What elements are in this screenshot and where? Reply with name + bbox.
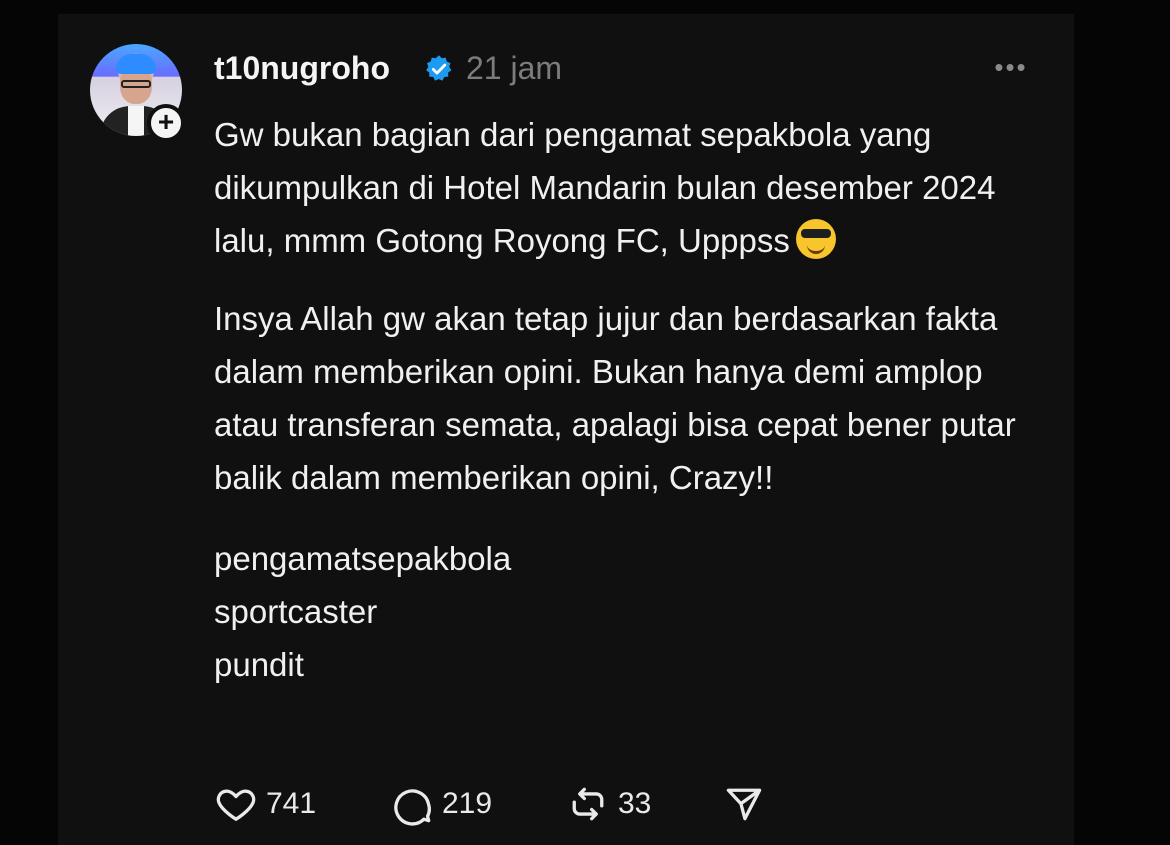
- more-options-icon[interactable]: •••: [988, 52, 1034, 82]
- heart-icon: [216, 789, 256, 821]
- post-paragraph-1: Gw bukan bagian dari pengamat sepakbola …: [214, 116, 996, 259]
- username[interactable]: t10nugroho: [214, 50, 390, 87]
- comment-button[interactable]: 219: [390, 780, 492, 828]
- post-body: Gw bukan bagian dari pengamat sepakbola …: [214, 108, 1054, 691]
- repost-icon: [572, 787, 604, 821]
- sunglasses-emoji-icon: [795, 219, 836, 259]
- post-paragraph-2: Insya Allah gw akan tetap jujur dan berd…: [214, 300, 1016, 496]
- hashtag-item[interactable]: pundit: [214, 638, 1054, 691]
- comment-count: 219: [442, 787, 493, 820]
- like-count: 741: [266, 787, 317, 820]
- hashtag-item[interactable]: pengamatsepakbola: [214, 532, 1054, 585]
- share-button[interactable]: [722, 780, 766, 828]
- send-icon: [726, 788, 762, 821]
- comment-bubble-icon: [394, 789, 431, 826]
- follow-plus-icon[interactable]: +: [147, 104, 185, 142]
- repost-count: 33: [618, 787, 652, 820]
- post-time: 21 jam: [466, 50, 563, 86]
- hashtags: pengamatsepakbola sportcaster pundit: [214, 532, 1054, 691]
- repost-button[interactable]: 33: [566, 780, 651, 828]
- action-bar: 741 219 33: [214, 780, 814, 828]
- verified-badge-icon: [426, 55, 452, 81]
- like-button[interactable]: 741: [214, 780, 316, 828]
- hashtag-item[interactable]: sportcaster: [214, 585, 1054, 638]
